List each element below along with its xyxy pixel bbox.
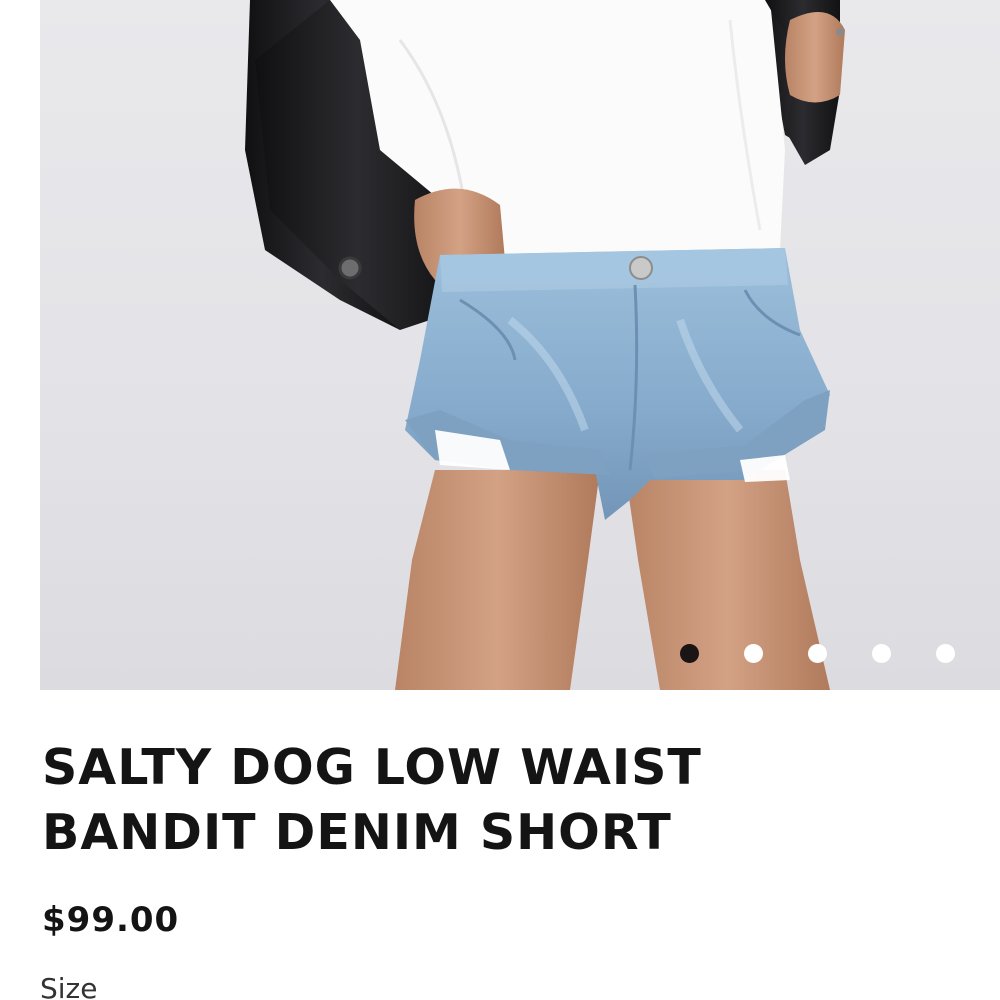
- product-page: SALTY DOG LOW WAIST BANDIT DENIM SHORT $…: [0, 0, 1000, 1000]
- carousel-dot-1[interactable]: [680, 643, 699, 663]
- product-title: SALTY DOG LOW WAIST BANDIT DENIM SHORT: [42, 735, 942, 865]
- carousel-dot-5[interactable]: [936, 643, 955, 663]
- product-title-line-1: SALTY DOG LOW WAIST: [42, 739, 702, 796]
- product-price: $99.00: [42, 900, 180, 940]
- product-title-line-2: BANDIT DENIM SHORT: [42, 804, 672, 861]
- size-label: Size: [40, 972, 98, 1000]
- product-image-gallery[interactable]: [40, 0, 1000, 690]
- carousel-dot-4[interactable]: [872, 643, 891, 663]
- carousel-pagination: [680, 642, 1000, 664]
- product-photo: [245, 0, 845, 690]
- jeans-button: [629, 256, 653, 280]
- right-hand: [785, 12, 845, 103]
- left-leg: [395, 470, 600, 690]
- carousel-dot-3[interactable]: [808, 643, 827, 663]
- carousel-dot-2[interactable]: [744, 643, 763, 663]
- jacket-snap-button: [338, 256, 362, 280]
